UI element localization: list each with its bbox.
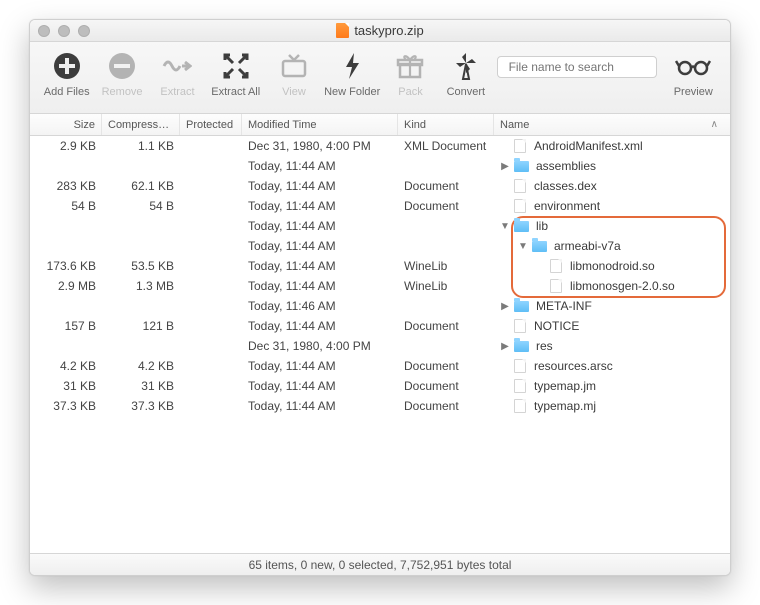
windmill-icon: [450, 50, 482, 82]
minus-circle-icon: [106, 50, 138, 82]
file-icon: [514, 199, 526, 213]
zip-file-icon: [336, 23, 349, 38]
plus-circle-icon: [51, 50, 83, 82]
status-text: 65 items, 0 new, 0 selected, 7,752,951 b…: [249, 558, 512, 572]
chevron-right-icon[interactable]: ▶: [500, 301, 510, 312]
file-name-label: armeabi-v7a: [554, 239, 621, 253]
folder-icon: [532, 241, 547, 252]
file-list[interactable]: 2.9 KB1.1 KBDec 31, 1980, 4:00 PMXML Doc…: [30, 136, 730, 553]
view-button[interactable]: View: [267, 50, 320, 98]
table-row[interactable]: 54 B54 BToday, 11:44 AMDocument▶environm…: [30, 196, 730, 216]
table-row[interactable]: 2.9 MB1.3 MBToday, 11:44 AMWineLib▶libmo…: [30, 276, 730, 296]
gift-icon: [394, 50, 426, 82]
table-row[interactable]: 283 KB62.1 KBToday, 11:44 AMDocument▶cla…: [30, 176, 730, 196]
add-files-button[interactable]: Add Files: [40, 50, 93, 98]
file-icon: [514, 399, 526, 413]
file-icon: [514, 319, 526, 333]
file-icon: [550, 279, 562, 293]
search-field[interactable]: [497, 56, 657, 78]
table-row[interactable]: Today, 11:44 AM▼armeabi-v7a: [30, 236, 730, 256]
minimize-icon[interactable]: [58, 25, 70, 37]
file-name-label: res: [536, 339, 553, 353]
file-name-label: NOTICE: [534, 319, 579, 333]
tv-icon: [278, 50, 310, 82]
file-name-label: typemap.jm: [534, 379, 596, 393]
archive-window: taskypro.zip Add Files Remove Extract: [29, 19, 731, 576]
file-name-label: typemap.mj: [534, 399, 596, 413]
extract-all-button[interactable]: Extract All: [206, 50, 265, 98]
titlebar[interactable]: taskypro.zip: [30, 20, 730, 42]
column-headers: Size Compress… Protected Modified Time K…: [30, 114, 730, 136]
window-title: taskypro.zip: [30, 23, 730, 38]
file-name-label: lib: [536, 219, 548, 233]
search-input[interactable]: [509, 60, 664, 74]
table-row[interactable]: 157 B121 BToday, 11:44 AMDocument▶NOTICE: [30, 316, 730, 336]
header-compressed[interactable]: Compress…: [102, 114, 180, 135]
header-size[interactable]: Size: [30, 114, 102, 135]
file-name-label: environment: [534, 199, 600, 213]
file-icon: [550, 259, 562, 273]
file-name-label: assemblies: [536, 159, 596, 173]
header-modified-time[interactable]: Modified Time: [242, 114, 398, 135]
file-name-label: AndroidManifest.xml: [534, 139, 643, 153]
extract-button[interactable]: Extract: [151, 50, 204, 98]
toolbar: Add Files Remove Extract Extract All Vie…: [30, 42, 730, 114]
header-protected[interactable]: Protected: [180, 114, 242, 135]
table-row[interactable]: Today, 11:44 AM▼lib: [30, 216, 730, 236]
pack-button[interactable]: Pack: [384, 50, 437, 98]
table-row[interactable]: Today, 11:46 AM▶META-INF: [30, 296, 730, 316]
table-row[interactable]: 31 KB31 KBToday, 11:44 AMDocument▶typema…: [30, 376, 730, 396]
file-name-label: libmonodroid.so: [570, 259, 655, 273]
title-text: taskypro.zip: [354, 23, 423, 38]
extract-all-icon: [220, 50, 252, 82]
file-name-label: META-INF: [536, 299, 592, 313]
folder-icon: [514, 221, 529, 232]
glasses-icon: [675, 50, 711, 82]
table-row[interactable]: Dec 31, 1980, 4:00 PM▶res: [30, 336, 730, 356]
file-icon: [514, 179, 526, 193]
convert-button[interactable]: Convert: [439, 50, 492, 98]
close-icon[interactable]: [38, 25, 50, 37]
folder-icon: [514, 341, 529, 352]
file-icon: [514, 139, 526, 153]
status-bar: 65 items, 0 new, 0 selected, 7,752,951 b…: [30, 553, 730, 575]
table-row[interactable]: 37.3 KB37.3 KBToday, 11:44 AMDocument▶ty…: [30, 396, 730, 416]
new-folder-button[interactable]: New Folder: [323, 50, 382, 98]
window-controls: [38, 25, 90, 37]
table-row[interactable]: 2.9 KB1.1 KBDec 31, 1980, 4:00 PMXML Doc…: [30, 136, 730, 156]
chevron-right-icon[interactable]: ▶: [500, 341, 510, 352]
folder-icon: [514, 161, 529, 172]
extract-icon: [161, 50, 193, 82]
file-icon: [514, 379, 526, 393]
folder-icon: [514, 301, 529, 312]
remove-button[interactable]: Remove: [95, 50, 148, 98]
lightning-icon: [336, 50, 368, 82]
chevron-down-icon[interactable]: ▼: [500, 221, 510, 232]
table-row[interactable]: 173.6 KB53.5 KBToday, 11:44 AMWineLib▶li…: [30, 256, 730, 276]
chevron-down-icon[interactable]: ▼: [518, 241, 528, 252]
file-icon: [514, 359, 526, 373]
file-name-label: libmonosgen-2.0.so: [570, 279, 675, 293]
preview-button[interactable]: Preview: [667, 50, 720, 98]
table-row[interactable]: Today, 11:44 AM▶assemblies: [30, 156, 730, 176]
sort-asc-icon: ∧: [711, 119, 724, 130]
file-name-label: resources.arsc: [534, 359, 613, 373]
zoom-icon[interactable]: [78, 25, 90, 37]
header-kind[interactable]: Kind: [398, 114, 494, 135]
chevron-right-icon[interactable]: ▶: [500, 161, 510, 172]
table-row[interactable]: 4.2 KB4.2 KBToday, 11:44 AMDocument▶reso…: [30, 356, 730, 376]
file-name-label: classes.dex: [534, 179, 597, 193]
header-name[interactable]: Name∧: [494, 114, 730, 135]
